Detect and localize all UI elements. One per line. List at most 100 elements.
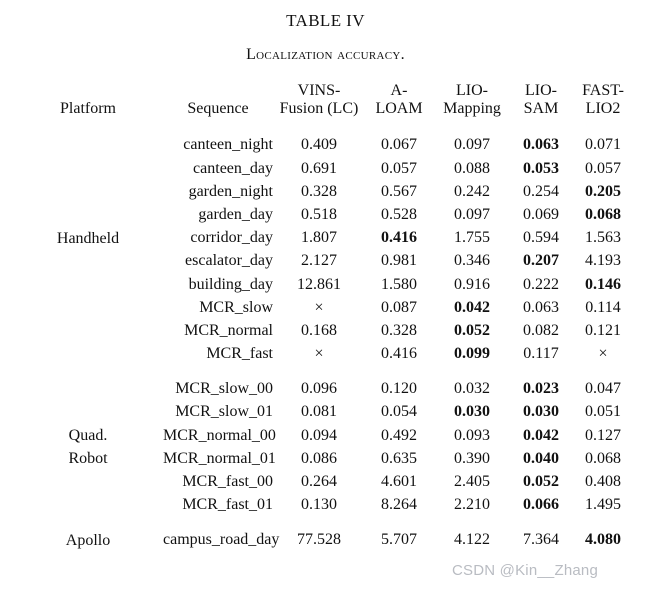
platform-label-cell [13,494,163,517]
value-cell-liosam: 0.594 [523,229,559,247]
value-cell-aloam: 0.981 [381,252,417,270]
spacer-cell [13,522,635,529]
value-cell-liosam: 0.023 [523,380,559,398]
value-cell-liosam: 0.207 [523,252,559,270]
table-number-caption: TABLE IV [286,11,365,30]
value-cell-liomapping: 0.097 [454,136,490,154]
value-cell-liomapping: 0.093 [454,426,490,444]
value-cell-aloam: 0.328 [381,321,417,339]
column-header-line2: Mapping [443,99,501,117]
column-header-line1: Sequence [187,99,249,117]
value-cell-vins: 0.096 [301,380,337,398]
value-cell-fastlio2: 0.121 [585,321,621,339]
value-cell-liomapping: 0.042 [454,298,490,316]
value-cell-aloam: 0.528 [381,205,417,223]
value-cell-liomapping: 0.052 [454,321,490,339]
value-cell-liomapping: 0.088 [454,159,490,177]
value-cell-liosam: 0.066 [523,496,559,514]
platform-label-cell [13,134,163,157]
value-cell-aloam: 5.707 [381,531,417,549]
column-header-vins: VINS- Fusion (LC) [273,73,365,127]
value-cell-fastlio2: 0.057 [585,159,621,177]
value-cell-liosam: 0.063 [523,136,559,154]
sequence-name-cell: corridor_day [190,229,273,247]
value-cell-liomapping: 0.097 [454,205,490,223]
value-cell-liosam: 0.082 [523,321,559,339]
value-cell-liosam: 0.254 [523,182,559,200]
value-cell-vins: 0.130 [301,496,337,514]
value-cell-vins: 77.528 [297,531,341,549]
value-cell-liomapping: 2.405 [454,473,490,491]
value-cell-aloam: 0.635 [381,449,417,467]
value-cell-liomapping: 0.242 [454,182,490,200]
column-header-line1: A- [390,82,408,99]
sequence-name-cell: MCR_fast_00 [182,473,273,491]
value-cell-aloam: 0.567 [381,182,417,200]
table-row: Quad. MCR_normal_00 0.094 0.492 0.093 0.042 0.… [13,424,635,447]
column-header-aloam: A- LOAM [365,73,433,127]
column-header-line1: Platform [60,99,116,117]
table-row: MCR_slow_00 0.096 0.120 0.032 0.023 0.047 [13,378,635,401]
sequence-name-cell: escalator_day [185,252,273,270]
column-header-line1: LIO- [456,82,488,99]
sequence-name-cell: MCR_normal_00 [163,426,276,444]
column-header-liosam: LIO- SAM [511,73,571,127]
value-cell-aloam: 0.120 [381,380,417,398]
localization-accuracy-table: Platform Sequence VINS- Fusion (LC) A- LOAM LI… [13,73,635,557]
column-header-line2: LIO2 [585,99,621,117]
table-page: TABLE IV Localization accuracy. Platform… [0,12,651,592]
table-header-row: Platform Sequence VINS- Fusion (LC) A- LOAM LI… [13,73,635,127]
platform-label-cell [13,250,163,273]
value-cell-fastlio2: 0.051 [585,403,621,421]
value-cell-vins: 0.409 [301,136,337,154]
platform-label-cell [13,296,163,319]
value-cell-aloam: 1.580 [381,275,417,293]
table-body: Platform Sequence VINS- Fusion (LC) A- LOAM LI… [13,73,635,557]
value-cell-vins: × [314,298,324,316]
column-header-line1: LIO- [525,82,557,99]
value-cell-liosam: 0.069 [523,205,559,223]
table-row: garden_night 0.328 0.567 0.242 0.254 0.205 [13,180,635,203]
value-cell-liomapping: 0.346 [454,252,490,270]
table-row: MCR_fast_01 0.130 8.264 2.210 0.066 1.495 [13,494,635,517]
platform-label-cell [13,378,163,401]
sequence-name-cell: MCR_normal_01 [163,449,276,467]
table-row: escalator_day 2.127 0.981 0.346 0.207 4.193 [13,250,635,273]
value-cell-fastlio2: 4.080 [585,531,621,549]
table-row: MCR_normal 0.168 0.328 0.052 0.082 0.121 [13,319,635,342]
value-cell-fastlio2: 1.563 [585,229,621,247]
spacer-cell [13,127,635,134]
value-cell-vins: 0.264 [301,473,337,491]
csdn-watermark: CSDN @Kin__Zhang [452,562,598,579]
column-header-line1: VINS- [297,82,341,99]
value-cell-vins: 1.807 [301,229,337,247]
value-cell-vins: 0.518 [301,205,337,223]
sequence-name-cell: MCR_slow_01 [175,403,273,421]
table-container: Platform Sequence VINS- Fusion (LC) A- LOAM LI… [13,73,625,557]
platform-label: Quad. [68,427,108,445]
value-cell-liomapping: 4.122 [454,531,490,549]
column-header-liomapping: LIO- Mapping [433,73,511,127]
sequence-name-cell: MCR_slow [199,298,273,316]
value-cell-liomapping: 0.099 [454,345,490,363]
value-cell-fastlio2: 0.146 [585,275,621,293]
platform-label-cell: Handheld [13,227,163,250]
value-cell-liomapping: 0.032 [454,380,490,398]
column-header-fastlio2: FAST- LIO2 [571,73,635,127]
sequence-name-cell: campus_road_day [163,531,280,549]
value-cell-liosam: 0.042 [523,426,559,444]
value-cell-liosam: 0.222 [523,275,559,293]
value-cell-vins: 0.691 [301,159,337,177]
value-cell-fastlio2: 0.114 [585,298,621,316]
table-row: MCR_fast × 0.416 0.099 0.117 × [13,343,635,366]
sequence-name-cell: MCR_slow_00 [175,380,273,398]
platform-label-cell [13,203,163,226]
value-cell-fastlio2: 0.047 [585,380,621,398]
column-header-line2: LOAM [375,99,423,117]
value-cell-liosam: 0.053 [523,159,559,177]
value-cell-liomapping: 1.755 [454,229,490,247]
value-cell-fastlio2: × [598,345,608,363]
value-cell-aloam: 0.492 [381,426,417,444]
table-row: Robot MCR_normal_01 0.086 0.635 0.390 0.040 0.… [13,447,635,470]
value-cell-aloam: 4.601 [381,473,417,491]
